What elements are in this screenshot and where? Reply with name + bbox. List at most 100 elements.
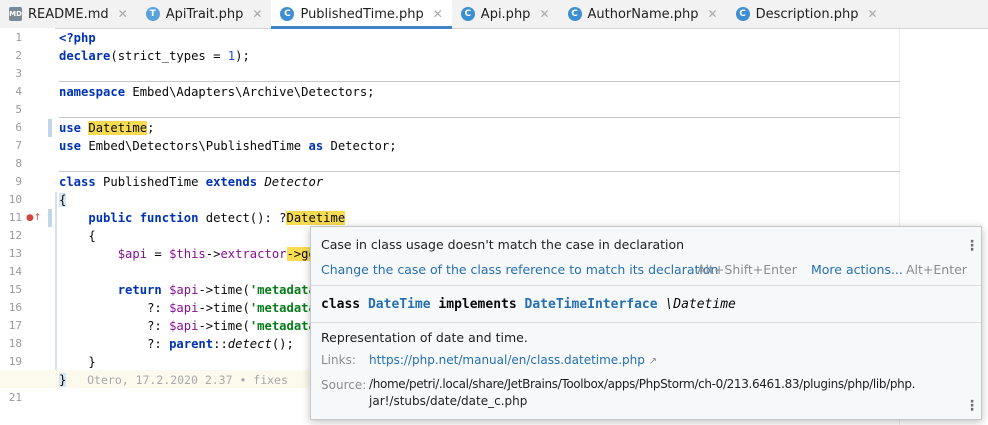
- inline-blame-annotation[interactable]: Otero, 17.2.2020 2.37 • fixes: [87, 373, 288, 387]
- close-icon[interactable]: ✕: [708, 7, 718, 21]
- line-number: 21: [8, 391, 22, 404]
- doc-link[interactable]: https://php.net/manual/en/class.datetime…: [369, 353, 657, 367]
- source-path-line2: jar!/stubs/date/date_c.php: [369, 394, 528, 408]
- php-trait-icon: T: [145, 7, 160, 21]
- line-number: 5: [15, 103, 22, 116]
- line-number-gutter[interactable]: 1 2 3 4 5 6 7 8 9 10 11 12 13 14 15 16 1…: [0, 28, 57, 425]
- highlighted-class-reference[interactable]: Datetime: [286, 211, 346, 225]
- popup-divider: [311, 285, 981, 286]
- popup-divider: [311, 322, 981, 323]
- code-line-13: $api = $this->extractor->get: [59, 245, 324, 263]
- source-path-line1: /home/petri/.local/share/JetBrains/Toolb…: [369, 377, 916, 391]
- php-class-icon: C: [280, 7, 295, 21]
- php-class-icon: C: [567, 7, 582, 21]
- line-number: 4: [15, 85, 22, 98]
- code-line-20: } Otero, 17.2.2020 2.37 • fixes: [59, 371, 288, 389]
- line-number: 7: [15, 139, 22, 152]
- brace: {: [88, 229, 96, 243]
- doc-menu-icon[interactable]: ⋮: [965, 399, 979, 413]
- tab-label: AuthorName.php: [587, 6, 699, 22]
- close-icon[interactable]: ✕: [252, 7, 262, 21]
- method-call: detect: [227, 337, 272, 351]
- markdown-file-icon: MD: [9, 7, 22, 21]
- tab-api[interactable]: C Api.php ✕: [452, 0, 559, 28]
- keyword: parent: [169, 337, 214, 351]
- tab-description[interactable]: C Description.php ✕: [727, 0, 887, 28]
- keyword: use: [59, 121, 82, 135]
- alias-name: \Datetime: [665, 297, 736, 312]
- code-text: PublishedTime: [95, 175, 206, 189]
- doc-link-url[interactable]: https://php.net/manual/en/class.datetime…: [369, 353, 645, 367]
- code-text: detect(): ?: [198, 211, 287, 225]
- keyword: implements: [438, 297, 517, 312]
- code-text: ;: [147, 121, 155, 135]
- php-open-tag: <?php: [59, 31, 96, 45]
- keyword: public function: [88, 211, 199, 225]
- line-number: 8: [15, 157, 22, 170]
- variable: $api: [169, 283, 199, 297]
- keyword: use: [59, 139, 82, 153]
- keyword: return: [117, 283, 162, 297]
- quick-fix-link[interactable]: Change the case of the class reference t…: [321, 262, 718, 277]
- close-icon[interactable]: ✕: [118, 7, 128, 21]
- code-line-6: use Datetime;: [59, 119, 154, 137]
- code-text: ?:: [147, 301, 170, 315]
- tab-readme[interactable]: MD README.md ✕: [0, 0, 137, 28]
- interface-link[interactable]: DateTimeInterface: [525, 297, 658, 312]
- tab-label: ApiTrait.php: [165, 6, 244, 22]
- class-signature: class DateTime implements DateTimeInterf…: [321, 297, 736, 312]
- keyword: class: [321, 297, 361, 312]
- keyword: class: [59, 175, 96, 189]
- scope-indicator: [55, 192, 57, 388]
- tab-publishedtime[interactable]: C PublishedTime.php ✕: [271, 0, 453, 29]
- code-text: Embed\Adapters\Archive\Detectors;: [125, 85, 375, 99]
- code-text: Detector;: [323, 139, 397, 153]
- code-text: =: [147, 247, 170, 261]
- php-class-icon: C: [735, 7, 750, 21]
- class-name-link[interactable]: DateTime: [368, 297, 431, 312]
- highlighted-class-reference[interactable]: Datetime: [88, 121, 148, 135]
- code-text: ?:: [147, 337, 170, 351]
- line-number: 17: [8, 319, 22, 332]
- code-text: ->time(: [198, 283, 250, 297]
- code-line-11: public function detect(): ?Datetime: [59, 209, 346, 227]
- code-line-10: {: [59, 191, 67, 209]
- tab-authorname[interactable]: C AuthorName.php ✕: [559, 0, 727, 28]
- variable: $api: [169, 319, 199, 333]
- override-method-icon[interactable]: ●↑: [26, 209, 41, 227]
- tab-apitrait[interactable]: T ApiTrait.php ✕: [137, 0, 272, 28]
- more-actions-link[interactable]: More actions...: [811, 262, 903, 277]
- external-link-icon: ↗: [648, 356, 658, 367]
- code-line-15: return $api->time('metadata': [59, 281, 323, 299]
- code-line-12: {: [59, 227, 96, 245]
- variable: $this: [169, 247, 206, 261]
- line-number: 2: [15, 49, 22, 62]
- keyword: namespace: [59, 85, 126, 99]
- brace: {: [59, 193, 67, 207]
- line-number: 14: [8, 265, 22, 278]
- tab-label: PublishedTime.php: [300, 6, 424, 22]
- code-line-7: use Embed\Detectors\PublishedTime as Det…: [59, 137, 397, 155]
- line-number: 9: [15, 175, 22, 188]
- popup-menu-icon[interactable]: ⋮: [965, 239, 979, 253]
- code-text: ::: [213, 337, 228, 351]
- line-number: 11: [8, 211, 22, 224]
- more-actions-shortcut: Alt+Enter: [906, 262, 967, 277]
- close-icon[interactable]: ✕: [433, 7, 443, 21]
- keyword: as: [308, 139, 324, 153]
- change-marker[interactable]: [48, 209, 52, 227]
- inspection-message: Case in class usage doesn't match the ca…: [321, 237, 685, 252]
- code-text: (strict_types =: [110, 49, 228, 63]
- line-number: 1: [15, 31, 22, 44]
- line-number: 13: [8, 247, 22, 260]
- change-marker[interactable]: [48, 119, 52, 137]
- quick-fix-shortcut: Alt+Shift+Enter: [697, 262, 797, 277]
- tab-label: Api.php: [480, 6, 531, 22]
- code-line-4: namespace Embed\Adapters\Archive\Detecto…: [59, 83, 375, 101]
- close-icon[interactable]: ✕: [539, 7, 549, 21]
- code-text: ->time(: [198, 301, 250, 315]
- code-text: ();: [271, 337, 294, 351]
- close-icon[interactable]: ✕: [867, 7, 877, 21]
- line-number: 18: [8, 337, 22, 350]
- inspection-popup: Case in class usage doesn't match the ca…: [310, 226, 982, 420]
